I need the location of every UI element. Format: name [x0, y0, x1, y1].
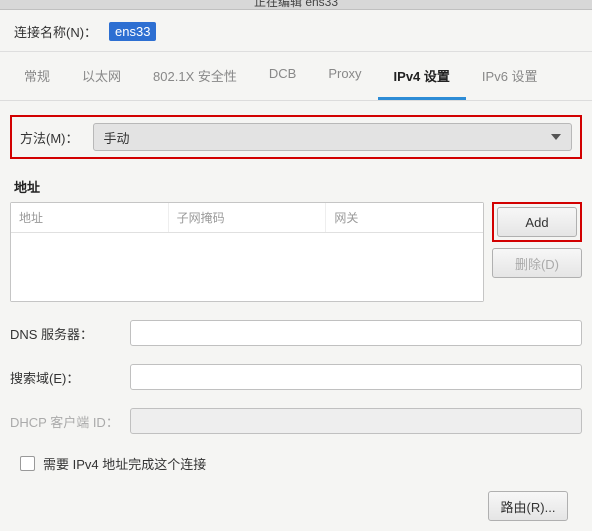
- tab-ethernet[interactable]: 以太网: [66, 52, 137, 100]
- method-highlight-box: 方法(M)： 手动: [10, 115, 582, 159]
- tab-ipv4[interactable]: IPv4 设置: [378, 52, 466, 100]
- tab-dcb[interactable]: DCB: [253, 52, 312, 100]
- require-ipv4-row[interactable]: 需要 IPv4 地址完成这个连接: [10, 454, 582, 473]
- search-domain-label: 搜索域(E)：: [10, 368, 130, 387]
- add-highlight-box: Add: [492, 202, 582, 242]
- col-gateway: 网关: [326, 203, 483, 232]
- address-table-body[interactable]: [11, 233, 483, 301]
- connection-name-input[interactable]: ens33: [109, 22, 156, 41]
- dhcp-client-row: DHCP 客户端 ID：: [10, 408, 582, 434]
- tab-general[interactable]: 常规: [8, 52, 66, 100]
- col-netmask: 子网掩码: [169, 203, 327, 232]
- dns-label: DNS 服务器：: [10, 324, 130, 343]
- method-select-value: 手动: [104, 128, 130, 147]
- delete-button[interactable]: 删除(D): [492, 248, 582, 278]
- require-ipv4-checkbox[interactable]: [20, 456, 35, 471]
- search-domain-input[interactable]: [130, 364, 582, 390]
- tab-ipv6[interactable]: IPv6 设置: [466, 52, 554, 100]
- method-select[interactable]: 手动: [93, 123, 573, 151]
- dns-input[interactable]: [130, 320, 582, 346]
- method-label: 方法(M)：: [20, 128, 79, 147]
- dhcp-client-input: [130, 408, 582, 434]
- add-button[interactable]: Add: [497, 207, 577, 237]
- routes-button[interactable]: 路由(R)...: [488, 491, 568, 521]
- tab-proxy[interactable]: Proxy: [312, 52, 377, 100]
- col-address: 地址: [11, 203, 169, 232]
- connection-name-label: 连接名称(N)：: [14, 22, 97, 41]
- require-ipv4-label: 需要 IPv4 地址完成这个连接: [43, 454, 206, 473]
- window-title: 正在编辑 ens33: [0, 0, 592, 10]
- chevron-down-icon: [551, 134, 561, 140]
- address-section-label: 地址: [14, 177, 582, 196]
- tab-bar: 常规 以太网 802.1X 安全性 DCB Proxy IPv4 设置 IPv6…: [0, 52, 592, 101]
- search-domain-row: 搜索域(E)：: [10, 364, 582, 390]
- connection-name-row: 连接名称(N)： ens33: [0, 10, 592, 52]
- address-table[interactable]: 地址 子网掩码 网关: [10, 202, 484, 302]
- dns-row: DNS 服务器：: [10, 320, 582, 346]
- tab-8021x[interactable]: 802.1X 安全性: [137, 52, 253, 100]
- address-table-header: 地址 子网掩码 网关: [11, 203, 483, 233]
- dhcp-client-label: DHCP 客户端 ID：: [10, 412, 130, 431]
